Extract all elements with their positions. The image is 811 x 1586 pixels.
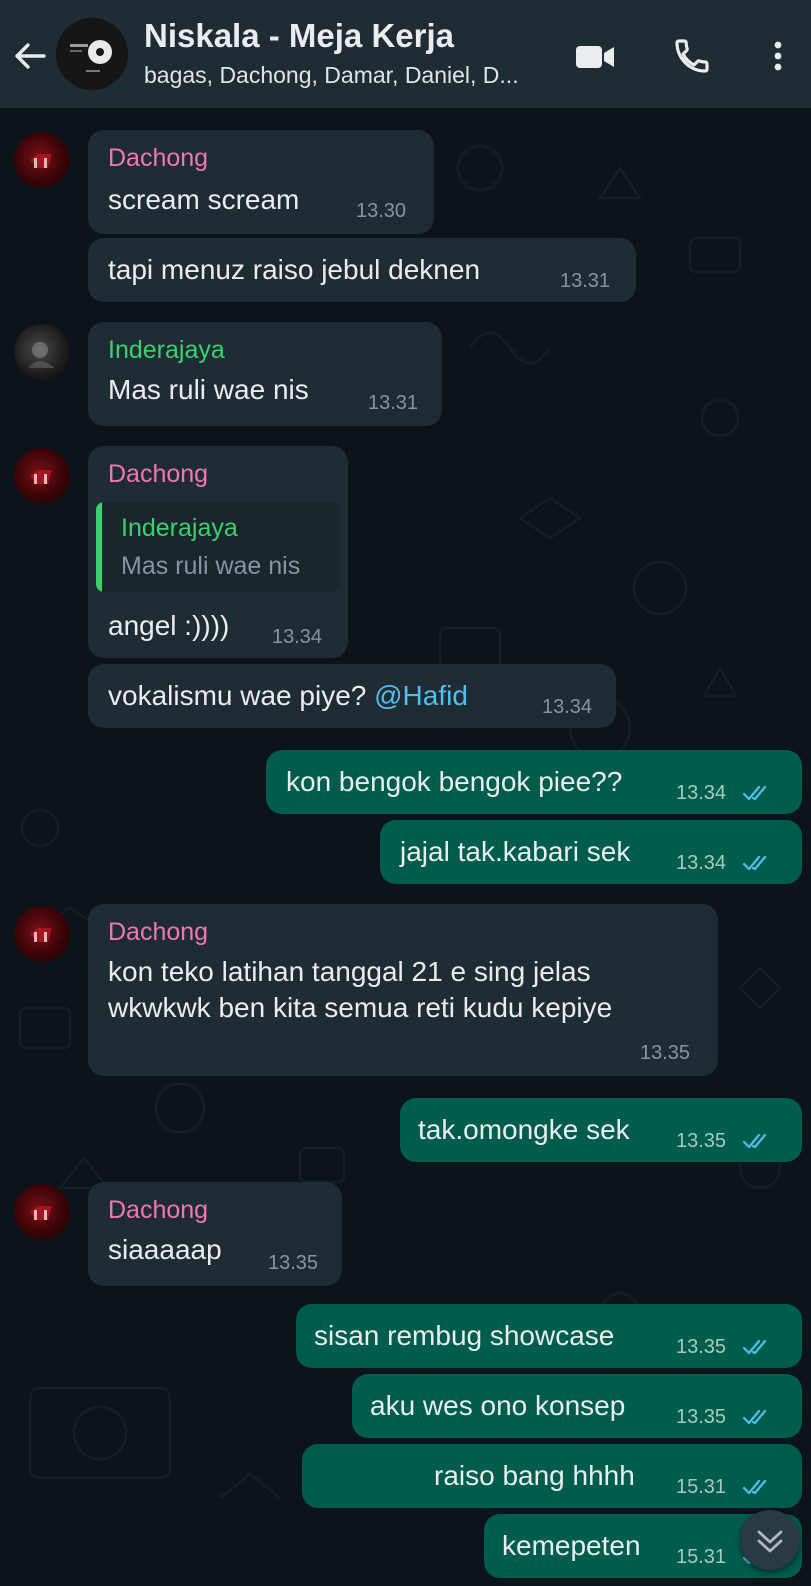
- video-call-icon[interactable]: [574, 36, 614, 76]
- message-text: tak.omongke sek: [418, 1114, 630, 1145]
- message-time: 13.34: [676, 852, 727, 874]
- chevron-down-icon: [757, 1530, 783, 1553]
- message-text: jajal tak.kabari sek: [400, 836, 631, 867]
- voice-call-icon[interactable]: [672, 36, 712, 76]
- avatar-dachong[interactable]: [14, 906, 70, 962]
- sender-name[interactable]: Dachong: [108, 144, 208, 173]
- message-bubble-outgoing[interactable]: jajal tak.kabari sek 13.34: [380, 820, 802, 884]
- avatar-dachong[interactable]: [14, 1184, 70, 1240]
- message-time: 13.35: [676, 1406, 727, 1428]
- message-text-line1: kon teko latihan tanggal 21 e sing jelas: [108, 956, 591, 987]
- message-text: kon bengok bengok piee??: [286, 766, 623, 797]
- quote-sender: Inderajaya: [121, 514, 238, 542]
- sender-name[interactable]: Dachong: [108, 1196, 208, 1225]
- message-bubble-outgoing[interactable]: aku wes ono konsep 13.35: [352, 1374, 802, 1438]
- message-time: 15.31: [676, 1476, 727, 1498]
- message-bubble-incoming[interactable]: Dachong Inderajaya Mas ruli wae nis ange…: [88, 446, 348, 658]
- message-bubble-incoming[interactable]: Dachong scream scream 13.30: [88, 130, 434, 234]
- avatar-dachong[interactable]: [14, 448, 70, 504]
- message-list[interactable]: Dachong scream scream 13.30 tapi menuz r…: [0, 108, 811, 1586]
- message-bubble-outgoing[interactable]: tak.omongke sek 13.35: [400, 1098, 802, 1162]
- message-bubble-outgoing[interactable]: sisan rembug showcase 13.35: [296, 1304, 802, 1368]
- double-check-icon: [742, 785, 767, 801]
- back-arrow-icon[interactable]: [10, 36, 50, 76]
- avatar-inderajaya[interactable]: [14, 324, 70, 380]
- more-options-icon[interactable]: [758, 36, 798, 76]
- message-time: 13.34: [272, 626, 323, 648]
- message-time: 13.34: [542, 696, 593, 718]
- double-check-icon: [742, 1133, 767, 1149]
- message-text: Mas ruli wae nis: [108, 374, 309, 405]
- message-bubble-incoming[interactable]: Dachong siaaaaap 13.35: [88, 1182, 342, 1286]
- sender-name[interactable]: Dachong: [108, 460, 208, 489]
- message-text: angel :)))): [108, 610, 230, 641]
- message-bubble-outgoing[interactable]: kon bengok bengok piee?? 13.34: [266, 750, 802, 814]
- chat-title-area[interactable]: Niskala - Meja Kerja bagas, Dachong, Dam…: [144, 14, 554, 92]
- message-bubble-incoming[interactable]: Dachong kon teko latihan tanggal 21 e si…: [88, 904, 718, 1076]
- avatar-dachong[interactable]: [14, 132, 70, 188]
- chat-title: Niskala - Meja Kerja: [144, 17, 454, 54]
- message-text: siaaaaap: [108, 1234, 222, 1265]
- message-time: 13.35: [676, 1130, 727, 1152]
- double-check-icon: [742, 855, 767, 871]
- quote-text: Mas ruli wae nis: [121, 552, 301, 580]
- message-time: 13.31: [368, 392, 419, 414]
- message-text: kemepeten: [502, 1530, 641, 1561]
- double-check-icon: [742, 1339, 767, 1355]
- message-time: 13.35: [268, 1252, 319, 1274]
- message-bubble-incoming[interactable]: vokalismu wae piye? @Hafid 13.34: [88, 664, 616, 728]
- message-text-body: vokalismu wae piye?: [108, 680, 367, 711]
- double-check-icon: [742, 1479, 767, 1495]
- chat-header: Niskala - Meja Kerja bagas, Dachong, Dam…: [0, 0, 811, 108]
- message-time: 13.31: [560, 270, 611, 292]
- chat-participants: bagas, Dachong, Damar, Daniel, D...: [144, 62, 519, 88]
- message-bubble-outgoing[interactable]: raiso bang hhhh 15.31: [302, 1444, 802, 1508]
- group-avatar[interactable]: [56, 18, 128, 90]
- message-time: 13.35: [676, 1336, 727, 1358]
- message-text: scream scream: [108, 184, 300, 215]
- scroll-to-bottom-button[interactable]: [740, 1510, 800, 1570]
- sender-name[interactable]: Inderajaya: [108, 336, 225, 365]
- message-time: 13.34: [676, 782, 727, 804]
- quote-accent-bar: [96, 502, 102, 592]
- message-text: vokalismu wae piye? @Hafid: [108, 680, 468, 712]
- message-text: aku wes ono konsep: [370, 1390, 626, 1421]
- message-bubble-incoming[interactable]: Inderajaya Mas ruli wae nis 13.31: [88, 322, 442, 426]
- message-time: 13.35: [640, 1042, 691, 1064]
- message-text: sisan rembug showcase: [314, 1320, 615, 1351]
- mention-link[interactable]: @Hafid: [374, 680, 468, 711]
- message-time: 13.30: [356, 200, 407, 222]
- message-text-line2: wkwkwk ben kita semua reti kudu kepiye: [108, 992, 613, 1023]
- quoted-message[interactable]: Inderajaya Mas ruli wae nis: [96, 502, 340, 592]
- message-time: 15.31: [676, 1546, 727, 1568]
- sender-name[interactable]: Dachong: [108, 918, 208, 947]
- message-bubble-incoming[interactable]: tapi menuz raiso jebul deknen 13.31: [88, 238, 636, 302]
- double-check-icon: [742, 1409, 767, 1425]
- message-text: raiso bang hhhh: [434, 1460, 635, 1491]
- message-text: tapi menuz raiso jebul deknen: [108, 254, 481, 285]
